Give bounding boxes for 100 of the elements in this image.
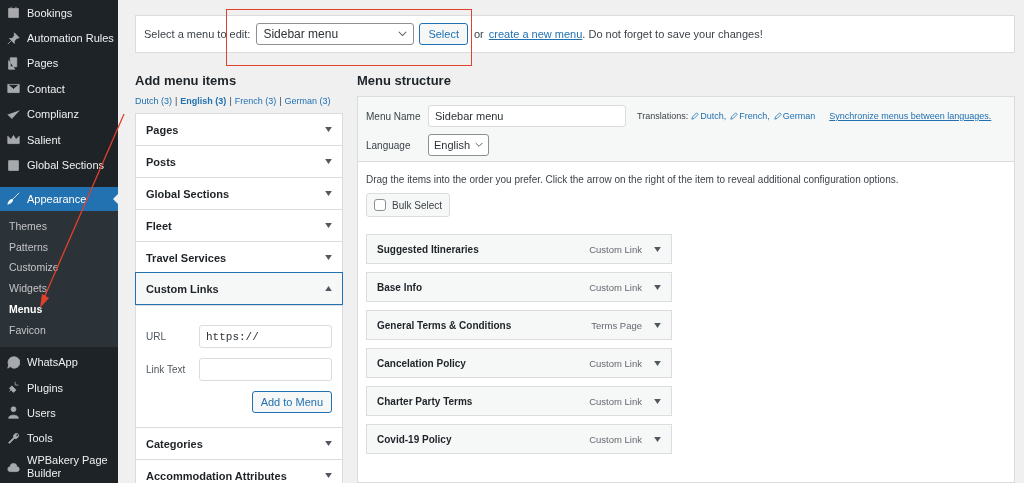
translation-link[interactable]: German — [773, 111, 816, 121]
submenu-item[interactable]: Menus — [0, 298, 118, 320]
link-text-input[interactable] — [199, 358, 332, 381]
chevron-down-icon — [475, 142, 484, 148]
menu-item-bar[interactable]: Base Info Custom Link — [366, 272, 672, 302]
accordion-header[interactable]: Categories — [136, 427, 342, 459]
separator-text: | — [279, 96, 282, 108]
chevron-down-icon — [398, 31, 408, 37]
brush-icon — [7, 192, 20, 206]
menu-item-type: Terms Page — [591, 319, 642, 331]
or-text: or — [474, 28, 484, 40]
menu-item-type: Custom Link — [589, 395, 642, 407]
sidebar-item[interactable]: Bookings — [0, 0, 118, 26]
sidebar-item[interactable]: Appearance — [0, 186, 118, 211]
menu-item-title: Charter Party Terms — [377, 395, 474, 407]
triangle-down-icon — [325, 127, 332, 132]
field-label: Menu Name — [366, 110, 422, 122]
menu-item-bar[interactable]: Cancelation Policy Custom Link — [366, 348, 672, 378]
sidebar-item[interactable]: Complianz — [0, 101, 118, 127]
envelope-icon — [7, 82, 20, 96]
accordion-header[interactable]: Accommodation Attributes — [136, 459, 342, 483]
triangle-down-icon — [325, 473, 332, 478]
language-link[interactable]: English (3) — [180, 96, 227, 108]
triangle-down-icon — [325, 441, 332, 446]
person-icon — [7, 406, 20, 420]
accordion-header[interactable]: Pages — [136, 114, 342, 145]
triangle-down-icon — [325, 255, 332, 260]
accordion-header[interactable]: Posts — [136, 145, 342, 177]
menu-dropdown[interactable]: Sidebar menu — [256, 23, 415, 45]
accordion-header[interactable]: Custom Links — [135, 272, 343, 305]
submenu-item[interactable]: Widgets — [0, 278, 118, 299]
field-label: Language — [366, 139, 412, 151]
sidebar-item[interactable]: Salient — [0, 126, 118, 153]
submenu-item[interactable]: Themes — [0, 215, 118, 237]
submenu-item[interactable]: Patterns — [0, 236, 118, 258]
language-dropdown[interactable]: English — [428, 134, 490, 156]
menu-item-type: Custom Link — [589, 433, 642, 445]
menu-item-bar[interactable]: Suggested Itineraries Custom Link — [366, 234, 672, 264]
sync-menus-link[interactable]: Synchronize menus between languages. — [829, 111, 992, 121]
section-heading: Add menu items — [135, 73, 238, 90]
sidebar-item[interactable]: Automation Rules — [0, 25, 118, 51]
sidebar-item[interactable]: Tools — [0, 425, 118, 452]
translations-label: Translations: — [637, 111, 689, 121]
plug-icon — [7, 381, 20, 395]
cloud-icon — [7, 460, 20, 474]
bulk-select-button[interactable]: Bulk Select — [366, 193, 451, 217]
sidebar-item[interactable]: Plugins — [0, 374, 118, 401]
menu-item-type: Custom Link — [589, 357, 642, 369]
pages-icon — [7, 56, 20, 70]
triangle-up-icon — [325, 286, 332, 291]
triangle-down-icon — [654, 322, 661, 328]
pencil-icon — [691, 112, 700, 120]
pencil-icon — [730, 112, 739, 120]
menu-item-title: General Terms & Conditions — [377, 319, 513, 331]
url-input[interactable]: https:// — [199, 325, 332, 348]
menu-item-type: Custom Link — [589, 243, 642, 255]
menu-name-input[interactable]: Sidebar menu — [428, 105, 626, 127]
calendar-icon — [7, 6, 20, 20]
sidebar-item[interactable]: Pages — [0, 50, 118, 77]
language-link[interactable]: French (3) — [234, 96, 277, 108]
triangle-down-icon — [654, 436, 661, 442]
language-link[interactable]: Dutch (3) — [135, 96, 172, 108]
chat-icon — [7, 355, 20, 369]
menu-item-bar[interactable]: Charter Party Terms Custom Link — [366, 386, 672, 416]
triangle-down-icon — [325, 191, 332, 196]
select-button[interactable]: Select — [419, 23, 468, 45]
sidebar-item[interactable]: WhatsApp — [0, 349, 118, 375]
accordion-header[interactable]: Fleet — [136, 209, 342, 241]
section-heading: Menu structure — [357, 73, 452, 90]
language-link[interactable]: German (3) — [284, 96, 331, 108]
field-label: Link Text — [146, 364, 187, 375]
translation-link[interactable]: Dutch, — [691, 111, 727, 121]
submenu-item[interactable]: Favicon — [0, 319, 118, 341]
accordion-header[interactable]: Global Sections — [136, 177, 342, 209]
add-to-menu-button[interactable]: Add to Menu — [251, 391, 332, 413]
sidebar-item[interactable]: Contact — [0, 76, 118, 102]
wrench-icon — [7, 431, 20, 445]
separator-text: | — [175, 96, 178, 108]
field-label: URL — [146, 331, 167, 342]
triangle-down-icon — [654, 360, 661, 366]
pencil-icon — [773, 112, 782, 120]
triangle-down-icon — [654, 284, 661, 290]
checkbox[interactable] — [374, 199, 386, 211]
sidebar-item[interactable]: Users — [0, 400, 118, 426]
select-label: Select a menu to edit: — [144, 28, 251, 40]
menu-item-bar[interactable]: Covid-19 Policy Custom Link — [366, 424, 672, 454]
translation-link[interactable]: French, — [730, 111, 770, 121]
menu-item-title: Base Info — [377, 281, 423, 293]
pin-icon — [7, 31, 20, 45]
crown-icon — [7, 133, 20, 147]
separator-text: | — [229, 96, 232, 108]
triangle-down-icon — [654, 398, 661, 404]
sidebar-item[interactable]: WPBakery Page Builder — [0, 452, 118, 483]
triangle-down-icon — [325, 159, 332, 164]
instructions-text: Drag the items into the order you prefer. Click the arrow on the right of the item to reveal additional configuration options. — [366, 174, 900, 185]
menu-item-title: Covid-19 Policy — [377, 433, 453, 445]
menu-item-title: Suggested Itineraries — [377, 243, 480, 255]
triangle-down-icon — [654, 246, 661, 252]
menu-item-bar[interactable]: General Terms & Conditions Terms Page — [366, 310, 672, 340]
menu-item-type: Custom Link — [589, 281, 642, 293]
